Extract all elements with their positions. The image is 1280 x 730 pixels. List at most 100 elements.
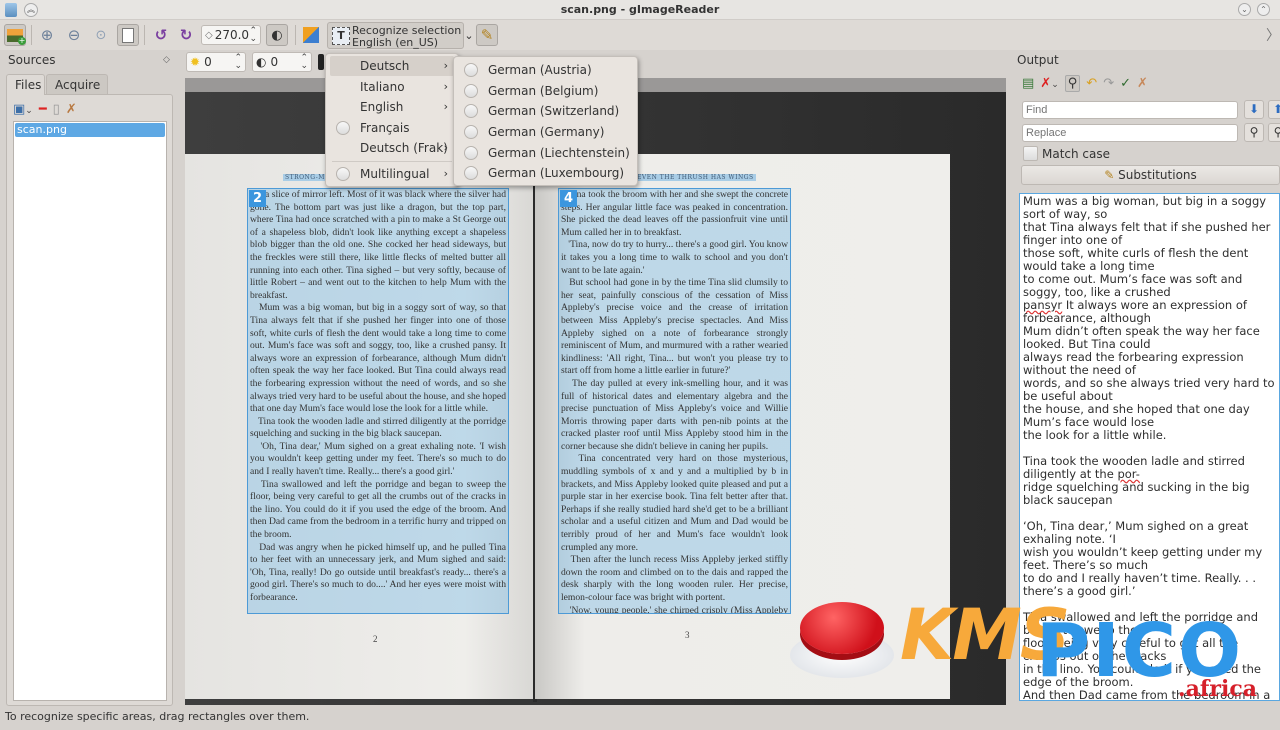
menu-item-multilingual[interactable]: Multilingual › (330, 164, 454, 184)
zoom-fit-button[interactable] (117, 24, 139, 46)
undo-button[interactable]: ↶ (1086, 76, 1097, 91)
file-list[interactable]: scan.png (13, 121, 167, 701)
toolbar-extension-button[interactable]: 〉 (1262, 24, 1280, 46)
add-image-button[interactable]: + (4, 24, 26, 46)
chevron-right-icon: › (443, 80, 448, 93)
files-toolbar: ▣⌄ ━ ▯ ✗ (13, 100, 77, 118)
menu-item-italiano[interactable]: Italiano › (330, 77, 454, 97)
rotate-right-button[interactable]: ↻ (175, 24, 197, 46)
zoom-in-icon: ⊕ (40, 26, 54, 44)
output-text-line: pansyr It always wore an expression of f… (1023, 298, 1251, 325)
chevron-right-icon: 〉 (1266, 28, 1280, 44)
menu-item-deutsch[interactable]: Deutsch › (330, 56, 454, 76)
clear-files-button[interactable]: ✗ (66, 102, 77, 117)
float-panel-icon[interactable]: ◇ (163, 55, 170, 65)
menu-item-label: Italiano (360, 80, 405, 94)
brightness-value: 0 (204, 55, 212, 69)
submenu-item[interactable]: German (Luxembourg) (458, 163, 633, 183)
find-input[interactable] (1022, 101, 1238, 119)
language-dropdown-button[interactable]: ⌄ (462, 24, 476, 46)
replace-input[interactable] (1022, 124, 1238, 142)
clear-text-button[interactable]: ✗ (1137, 76, 1148, 91)
image-controls-icon: ◐ (271, 27, 283, 43)
output-title: Output (1017, 53, 1059, 67)
find-previous-button[interactable]: ⬆ (1268, 100, 1280, 119)
arrow-up-icon: ⬆ (1272, 102, 1280, 116)
sources-panel: Sources ◇ Files Acquire ▣⌄ ━ ▯ ✗ scan.pn… (0, 50, 176, 708)
image-controls-toggle[interactable]: ◐ (266, 24, 288, 46)
find-replace-toggle[interactable]: ⚲ (1064, 74, 1081, 92)
brightness-spinbox[interactable]: ✹ 0 ⌃ ⌄ (186, 52, 246, 72)
zoom-out-button[interactable]: ⊖ (63, 24, 85, 46)
substitutions-label: Substitutions (1118, 168, 1197, 182)
zoom-in-button[interactable]: ⊕ (36, 24, 58, 46)
chevron-right-icon: › (443, 167, 448, 180)
remove-file-button[interactable]: ━ (39, 102, 47, 117)
substitutions-button[interactable]: ✎ Substitutions (1021, 165, 1280, 185)
selection-region[interactable]: 2 a slice of mirror left. Most of it was… (247, 188, 509, 614)
tab-acquire[interactable]: Acquire (46, 74, 108, 94)
redo-button[interactable]: ↷ (1103, 76, 1114, 91)
output-text-area[interactable]: Mum was a big woman, but big in a soggy … (1019, 193, 1280, 701)
radio-button-icon (336, 121, 350, 135)
autolayout-icon (303, 27, 319, 43)
clear-output-button[interactable]: ✗⌄ (1040, 76, 1058, 91)
binoculars-icon: ⚲ (1273, 125, 1280, 139)
rotation-value: 270.0 (214, 28, 250, 42)
output-text-line: in the lino. You could do it if you used… (1023, 662, 1265, 689)
rotation-spinbox[interactable]: ◇ 270.0 ⌃ ⌄ (201, 25, 261, 45)
save-output-button[interactable]: ▤ (1022, 76, 1034, 91)
delete-file-button[interactable]: ▯ (53, 102, 60, 117)
add-file-button[interactable]: ▣⌄ (13, 102, 33, 117)
spin-arrows-icon[interactable]: ⌃ ⌄ (249, 27, 257, 44)
submenu-item-label: German (Luxembourg) (488, 166, 625, 180)
file-list-item[interactable]: scan.png (15, 123, 165, 137)
recognize-selection-button[interactable]: T Recognize selection English (en_US) (327, 22, 464, 49)
submenu-item[interactable]: German (Germany) (458, 122, 633, 142)
autolayout-button[interactable] (300, 24, 322, 46)
rotate-left-button[interactable]: ↺ (150, 24, 172, 46)
chevron-right-icon: › (443, 141, 448, 154)
minimize-button[interactable]: ⌄ (1238, 3, 1251, 16)
rotation-icon: ◇ (205, 29, 213, 41)
radio-button-icon (464, 63, 478, 77)
misspelled-word[interactable]: pansyr (1023, 298, 1062, 312)
spin-arrows-icon[interactable]: ⌃ ⌄ (300, 54, 308, 71)
chevron-down-icon: ⌄ (464, 28, 474, 42)
match-case-label: Match case (1042, 147, 1111, 161)
output-text-line: to come out. Mum’s face was soft and sog… (1023, 272, 1246, 299)
submenu-item[interactable]: German (Austria) (458, 60, 633, 80)
submenu-item[interactable]: German (Liechtenstein) (458, 143, 633, 163)
left-page-number: 2 (373, 634, 378, 644)
output-panel: Output ▤ ✗⌄ ⚲ ↶ ↷ ✓ ✗ ⬇ ⬆ ⚲ ⚲ Match case… (1014, 50, 1280, 708)
zoom-original-button[interactable]: ⊙ (90, 24, 112, 46)
menu-item-english[interactable]: English › (330, 97, 454, 117)
output-pane-toggle[interactable]: ✎ (476, 24, 498, 46)
find-next-button[interactable]: ⬇ (1244, 100, 1264, 119)
language-menu: Deutsch › Italiano › English › Français … (325, 53, 459, 187)
submenu-item[interactable]: German (Belgium) (458, 81, 633, 101)
maximize-button[interactable]: ⌃ (1257, 3, 1270, 16)
output-text-line: And then Dad came from the bedroom in a (1023, 688, 1271, 701)
output-text-line: Mum didn’t often speak the way her face … (1023, 324, 1264, 351)
replace-button[interactable]: ⚲ (1244, 123, 1264, 142)
german-dialects-submenu: German (Austria) German (Belgium) German… (453, 56, 638, 186)
zoom-original-icon: ⊙ (95, 27, 107, 43)
zoom-fit-icon (122, 27, 134, 43)
match-case-checkbox[interactable] (1023, 146, 1038, 161)
tab-files[interactable]: Files (6, 74, 45, 95)
misspelled-word[interactable]: por- (1117, 467, 1139, 481)
submenu-item-label: German (Germany) (488, 125, 605, 139)
contrast-spinbox[interactable]: ◐ 0 ⌃ ⌄ (252, 52, 312, 72)
left-running-head: STRONG-MI (283, 174, 330, 181)
replace-all-button[interactable]: ⚲ (1268, 123, 1280, 142)
spin-arrows-icon[interactable]: ⌃ ⌄ (234, 54, 242, 71)
submenu-item[interactable]: German (Switzerland) (458, 101, 633, 121)
output-text-line: ridge squelching and sucking in the big … (1023, 480, 1254, 507)
menu-item-deutsch-frak[interactable]: Deutsch (Frak) › (330, 138, 454, 158)
selection-region[interactable]: 4 na took the broom with her and she swe… (558, 188, 791, 614)
output-text-line: words, and so she always tried very hard… (1023, 376, 1279, 403)
menu-item-francais[interactable]: Français (330, 118, 454, 138)
radio-button-icon (464, 104, 478, 118)
spellcheck-button[interactable]: ✓ (1120, 76, 1131, 91)
